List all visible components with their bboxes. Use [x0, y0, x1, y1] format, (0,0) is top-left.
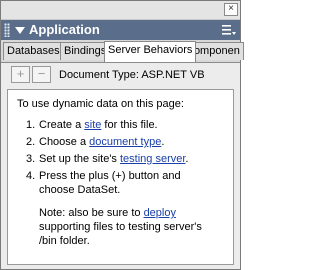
- step-text: Set up the site's: [39, 153, 120, 165]
- panel-toolbar: + − Document Type: ASP.NET VB: [1, 63, 240, 87]
- tab-databases[interactable]: Databases: [3, 42, 64, 60]
- instructions-intro: To use dynamic data on this page:: [17, 98, 184, 110]
- instructions-area: To use dynamic data on this page: 1. Crea…: [7, 89, 234, 265]
- minus-icon: −: [37, 66, 46, 81]
- step-2: 2. Choose a document type.: [26, 136, 164, 149]
- drag-grip-icon[interactable]: [4, 23, 10, 37]
- step-text: Create a: [39, 119, 85, 131]
- testing-server-link[interactable]: testing server: [120, 153, 185, 165]
- options-menu-icon[interactable]: [222, 24, 236, 36]
- step-text: Press the plus (+) button and: [39, 170, 181, 182]
- remove-behavior-button[interactable]: −: [32, 66, 51, 83]
- panel-titlebar[interactable]: Application: [1, 20, 240, 40]
- note-line-1: Note: also be sure to deploy: [39, 207, 176, 220]
- panel-tabs: Databases Bindings Server Behaviors Comp…: [1, 40, 244, 63]
- note-line-3: /bin folder.: [39, 235, 90, 247]
- step-number: 3.: [26, 153, 36, 165]
- document-type-label: Document Type: ASP.NET VB: [59, 69, 205, 81]
- document-type-link[interactable]: document type: [89, 136, 161, 148]
- step-1: 1. Create a site for this file.: [26, 119, 158, 132]
- step-number: 1.: [26, 119, 36, 131]
- step-number: 2.: [26, 136, 36, 148]
- step-4: 4. Press the plus (+) button and: [26, 170, 181, 183]
- panel-title: Application: [29, 22, 100, 37]
- add-behavior-button[interactable]: +: [11, 66, 30, 83]
- step-text: .: [185, 153, 189, 165]
- step-4-continuation: choose DataSet.: [39, 184, 121, 196]
- step-text: Choose a: [39, 136, 90, 148]
- panel-top-strip: ×: [1, 1, 240, 20]
- step-text: for this file.: [101, 119, 158, 131]
- deploy-link[interactable]: deploy: [144, 207, 176, 219]
- step-text: .: [161, 136, 165, 148]
- site-link[interactable]: site: [84, 119, 101, 131]
- collapse-triangle-icon[interactable]: [15, 27, 25, 34]
- application-panel: × Application Databases Bindings Server …: [0, 0, 244, 270]
- plus-icon: +: [16, 66, 25, 81]
- close-panel-button[interactable]: ×: [224, 3, 238, 16]
- step-number: 4.: [26, 170, 36, 182]
- note-line-2: supporting files to testing server's: [39, 221, 202, 233]
- close-icon: ×: [228, 3, 234, 14]
- tab-bindings[interactable]: Bindings: [60, 42, 111, 60]
- note-text: Note: also be sure to: [39, 207, 144, 219]
- step-3: 3. Set up the site's testing server.: [26, 153, 188, 166]
- tab-server-behaviors[interactable]: Server Behaviors: [104, 41, 197, 62]
